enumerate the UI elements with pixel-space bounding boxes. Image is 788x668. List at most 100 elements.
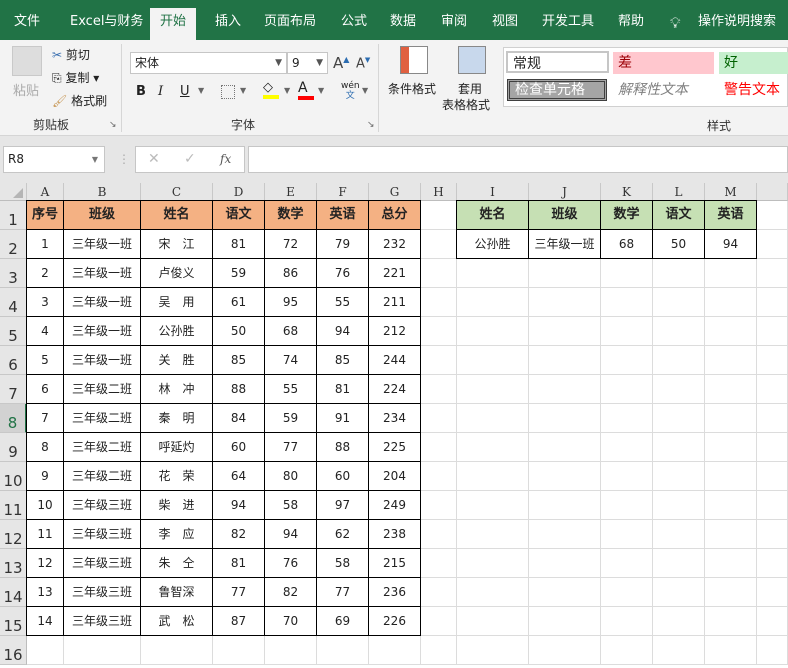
main_table-cell[interactable]: 79 bbox=[316, 229, 369, 259]
cell[interactable] bbox=[421, 636, 457, 665]
column-header-F[interactable]: F bbox=[317, 183, 369, 201]
main_table-cell[interactable]: 50 bbox=[212, 316, 265, 346]
main_table-cell[interactable]: 88 bbox=[316, 432, 369, 462]
main_table-cell[interactable]: 公孙胜 bbox=[140, 316, 213, 346]
main_table-header-cell[interactable]: 英语 bbox=[316, 200, 369, 230]
borders-icon[interactable] bbox=[221, 85, 235, 99]
cell[interactable] bbox=[457, 549, 529, 578]
main_table-cell[interactable]: 212 bbox=[368, 316, 421, 346]
paste-button[interactable]: 粘贴 bbox=[13, 80, 39, 99]
cell[interactable] bbox=[421, 317, 457, 346]
main_table-cell[interactable]: 94 bbox=[316, 316, 369, 346]
cell[interactable] bbox=[705, 520, 757, 549]
column-header-M[interactable]: M bbox=[705, 183, 757, 201]
cell[interactable] bbox=[421, 549, 457, 578]
cell[interactable] bbox=[213, 636, 265, 665]
main_table-cell[interactable]: 84 bbox=[212, 403, 265, 433]
name-box[interactable]: R8 ▼ bbox=[3, 146, 105, 173]
main_table-header-cell[interactable]: 数学 bbox=[264, 200, 317, 230]
cell[interactable] bbox=[457, 404, 529, 433]
main_table-cell[interactable]: 12 bbox=[26, 548, 64, 578]
cell[interactable] bbox=[653, 259, 705, 288]
cell[interactable] bbox=[653, 549, 705, 578]
column-header-E[interactable]: E bbox=[265, 183, 317, 201]
cell[interactable] bbox=[705, 549, 757, 578]
main_table-cell[interactable]: 13 bbox=[26, 577, 64, 607]
cell[interactable] bbox=[705, 259, 757, 288]
main_table-cell[interactable]: 2 bbox=[26, 258, 64, 288]
cell[interactable] bbox=[457, 462, 529, 491]
cell[interactable] bbox=[457, 433, 529, 462]
lookup_table-header-cell[interactable]: 姓名 bbox=[456, 200, 529, 230]
row-header-12[interactable]: 12 bbox=[0, 520, 27, 549]
main_table-cell[interactable]: 9 bbox=[26, 461, 64, 491]
main_table-cell[interactable]: 97 bbox=[316, 490, 369, 520]
fill-color-button[interactable]: ◇ bbox=[263, 80, 279, 99]
main_table-cell[interactable]: 244 bbox=[368, 345, 421, 375]
column-header-H[interactable]: H bbox=[421, 183, 457, 201]
cell[interactable] bbox=[529, 462, 601, 491]
cell[interactable] bbox=[653, 636, 705, 665]
cell[interactable] bbox=[757, 317, 788, 346]
row-header-11[interactable]: 11 bbox=[0, 491, 27, 520]
main_table-cell[interactable]: 81 bbox=[316, 374, 369, 404]
font-name-select[interactable]: 宋体 ▼ bbox=[130, 52, 287, 74]
cell[interactable] bbox=[529, 404, 601, 433]
main_table-cell[interactable]: 91 bbox=[316, 403, 369, 433]
cell[interactable] bbox=[529, 433, 601, 462]
cell[interactable] bbox=[421, 259, 457, 288]
cell[interactable] bbox=[653, 288, 705, 317]
cell[interactable] bbox=[601, 375, 653, 404]
style-check-cell[interactable]: 检查单元格 bbox=[507, 79, 607, 101]
main_table-cell[interactable]: 4 bbox=[26, 316, 64, 346]
main_table-cell[interactable]: 7 bbox=[26, 403, 64, 433]
select-all-button[interactable] bbox=[0, 183, 27, 201]
main_table-cell[interactable]: 朱 仝 bbox=[140, 548, 213, 578]
main_table-cell[interactable]: 6 bbox=[26, 374, 64, 404]
style-normal[interactable]: 常规 bbox=[506, 51, 609, 73]
main_table-cell[interactable]: 10 bbox=[26, 490, 64, 520]
row-header-7[interactable]: 7 bbox=[0, 375, 27, 404]
cell[interactable] bbox=[653, 346, 705, 375]
row-header-9[interactable]: 9 bbox=[0, 433, 27, 462]
main_table-cell[interactable]: 1 bbox=[26, 229, 64, 259]
cell[interactable] bbox=[457, 520, 529, 549]
main_table-cell[interactable]: 三年级二班 bbox=[63, 374, 141, 404]
cell[interactable] bbox=[757, 578, 788, 607]
main_table-cell[interactable]: 69 bbox=[316, 606, 369, 636]
main_table-cell[interactable]: 三年级一班 bbox=[63, 229, 141, 259]
format-painter-button[interactable]: 🖌︎ 格式刷 bbox=[52, 92, 107, 109]
main_table-cell[interactable]: 卢俊义 bbox=[140, 258, 213, 288]
cell[interactable] bbox=[757, 259, 788, 288]
main_table-cell[interactable]: 72 bbox=[264, 229, 317, 259]
cell[interactable] bbox=[601, 462, 653, 491]
column-header-I[interactable]: I bbox=[457, 183, 529, 201]
cell[interactable] bbox=[529, 288, 601, 317]
style-explanatory[interactable]: 解释性文本 bbox=[613, 79, 714, 101]
lookup_table-header-cell[interactable]: 数学 bbox=[600, 200, 653, 230]
main_table-cell[interactable]: 87 bbox=[212, 606, 265, 636]
cell[interactable] bbox=[757, 404, 788, 433]
cell[interactable] bbox=[265, 636, 317, 665]
cell[interactable] bbox=[529, 491, 601, 520]
cell[interactable] bbox=[529, 636, 601, 665]
cell[interactable] bbox=[757, 433, 788, 462]
cell[interactable] bbox=[757, 375, 788, 404]
main_table-cell[interactable]: 82 bbox=[212, 519, 265, 549]
lookup_table-header-cell[interactable]: 英语 bbox=[704, 200, 757, 230]
main_table-cell[interactable]: 14 bbox=[26, 606, 64, 636]
cell[interactable] bbox=[601, 491, 653, 520]
tab-10[interactable]: 帮助 bbox=[608, 8, 654, 40]
lookup_table-cell[interactable]: 公孙胜 bbox=[456, 229, 529, 259]
cell[interactable] bbox=[653, 578, 705, 607]
cell[interactable] bbox=[529, 375, 601, 404]
main_table-cell[interactable]: 关 胜 bbox=[140, 345, 213, 375]
row-header-15[interactable]: 15 bbox=[0, 607, 27, 636]
main_table-cell[interactable]: 95 bbox=[264, 287, 317, 317]
underline-button[interactable]: U bbox=[180, 84, 190, 99]
row-header-13[interactable]: 13 bbox=[0, 549, 27, 578]
main_table-header-cell[interactable]: 班级 bbox=[63, 200, 141, 230]
main_table-cell[interactable]: 76 bbox=[264, 548, 317, 578]
main_table-cell[interactable]: 249 bbox=[368, 490, 421, 520]
main_table-cell[interactable]: 花 荣 bbox=[140, 461, 213, 491]
